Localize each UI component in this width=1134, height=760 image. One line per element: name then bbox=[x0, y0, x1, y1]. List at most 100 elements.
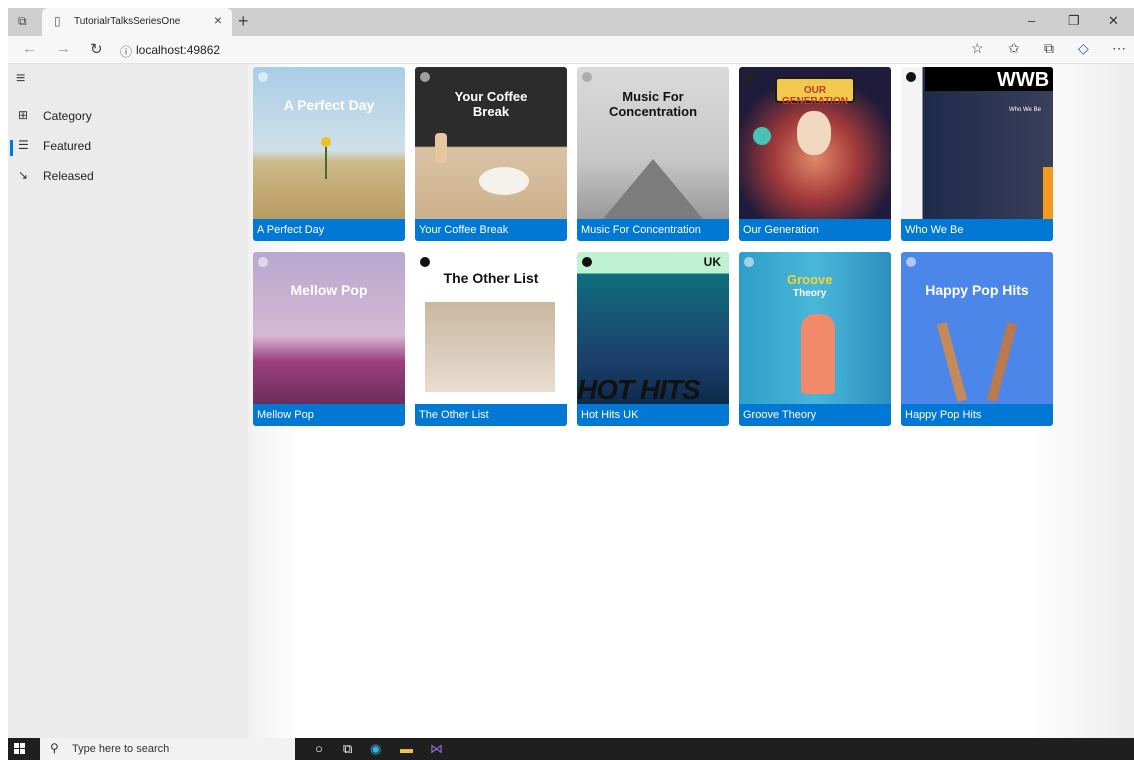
windows-taskbar: ⚲ Type here to search ○ ⧉ ◉ ▬ ⋈ bbox=[8, 738, 1134, 760]
orange-bar bbox=[1043, 167, 1053, 219]
playlist-card[interactable]: A Perfect Day A Perfect Day bbox=[253, 67, 405, 241]
windows-start-icon[interactable] bbox=[14, 743, 26, 755]
playlist-card[interactable]: The Other List The Other List bbox=[415, 252, 567, 426]
back-icon[interactable]: ← bbox=[22, 40, 37, 57]
hamburger-menu-icon[interactable]: ≡ bbox=[16, 70, 25, 88]
tab-bar: ⧉ ▯ TutorialrTalksSeriesOne × + – ❐ ✕ bbox=[8, 8, 1134, 36]
spotify-logo-icon bbox=[420, 257, 430, 267]
cover-title: Music For Concentration bbox=[608, 89, 698, 119]
cover-badge: UK bbox=[703, 255, 721, 269]
collections-icon[interactable]: ⧉ bbox=[1044, 40, 1054, 57]
app-window: ⧉ ▯ TutorialrTalksSeriesOne × + – ❐ ✕ ← … bbox=[0, 0, 1134, 760]
more-options-icon[interactable]: ⋯ bbox=[1112, 40, 1126, 57]
cover-subtitle: Who We Be bbox=[1009, 107, 1041, 113]
new-tab-icon[interactable]: + bbox=[238, 11, 249, 32]
sunflower-shape bbox=[321, 137, 331, 147]
close-tab-icon[interactable]: × bbox=[214, 12, 222, 28]
spotify-logo-icon bbox=[258, 72, 268, 82]
sidebar-item-category[interactable]: ⊞ Category bbox=[8, 104, 248, 130]
playlist-card[interactable]: Mellow Pop Mellow Pop bbox=[253, 252, 405, 426]
search-placeholder: Type here to search bbox=[72, 743, 170, 755]
visual-studio-icon[interactable]: ⋈ bbox=[430, 741, 443, 757]
playlist-card[interactable]: Your Coffee Break Your Coffee Break bbox=[415, 67, 567, 241]
spotify-logo-icon bbox=[744, 72, 754, 82]
cover-title: Your Coffee Break bbox=[454, 89, 528, 119]
refresh-icon[interactable]: ↻ bbox=[90, 40, 103, 58]
playlist-card[interactable]: UK HOT HITS Hot Hits UK bbox=[577, 252, 729, 426]
cover-image: Happy Pop Hits bbox=[901, 252, 1053, 404]
card-caption: Happy Pop Hits bbox=[901, 404, 1053, 426]
address-bar: ← → ↻ ⓘ localhost:49862 ☆ ✩ ⧉ ◇ ⋯ bbox=[8, 36, 1134, 64]
cover-image: The Other List bbox=[415, 252, 567, 404]
cover-image: UK HOT HITS bbox=[577, 252, 729, 404]
card-caption: Music For Concentration bbox=[577, 219, 729, 241]
category-grid-icon: ⊞ bbox=[18, 108, 29, 122]
browser-tab[interactable]: ▯ TutorialrTalksSeriesOne × bbox=[42, 8, 232, 36]
card-caption: A Perfect Day bbox=[253, 219, 405, 241]
stem-shape bbox=[325, 147, 327, 179]
playlist-card[interactable]: Music For Concentration Music For Concen… bbox=[577, 67, 729, 241]
spotify-logo-icon bbox=[906, 257, 916, 267]
spotify-logo-icon bbox=[744, 257, 754, 267]
sidebar: ≡ ⊞ Category ☰ Featured ↘ Released bbox=[8, 64, 248, 738]
url-field[interactable]: localhost:49862 bbox=[136, 43, 220, 57]
close-window-icon[interactable]: ✕ bbox=[1108, 13, 1119, 29]
cover-title: Groove bbox=[787, 272, 833, 287]
file-explorer-icon[interactable]: ▬ bbox=[400, 741, 413, 756]
card-caption: Who We Be bbox=[901, 219, 1053, 241]
sidebar-item-featured[interactable]: ☰ Featured bbox=[8, 134, 248, 160]
tab-title: TutorialrTalksSeriesOne bbox=[74, 16, 181, 27]
extension-icon[interactable]: ◇ bbox=[1078, 40, 1089, 57]
planet-shape bbox=[753, 127, 771, 145]
info-icon[interactable]: ⓘ bbox=[120, 43, 132, 60]
minimize-icon[interactable]: – bbox=[1028, 13, 1035, 28]
arm-shape bbox=[936, 322, 968, 402]
spotify-logo-icon bbox=[258, 257, 268, 267]
sidebar-item-label: Category bbox=[43, 109, 92, 123]
tab-actions-icon[interactable]: ⧉ bbox=[18, 14, 27, 29]
add-favorite-icon[interactable]: ☆ bbox=[971, 40, 984, 57]
edge-browser-icon[interactable]: ◉ bbox=[370, 741, 381, 757]
taskbar-search-box[interactable]: ⚲ Type here to search bbox=[40, 738, 295, 760]
dancer-shape bbox=[801, 314, 835, 394]
playlist-card[interactable]: WWB Who We Be Who We Be bbox=[901, 67, 1053, 241]
card-caption: The Other List bbox=[415, 404, 567, 426]
cover-title: Happy Pop Hits bbox=[925, 282, 1029, 298]
restore-icon[interactable]: ❐ bbox=[1068, 13, 1080, 29]
sidebar-item-released[interactable]: ↘ Released bbox=[8, 164, 248, 190]
card-caption: Groove Theory bbox=[739, 404, 891, 426]
released-icon: ↘ bbox=[18, 168, 29, 182]
coffee-cup-shape bbox=[479, 167, 529, 195]
spotify-logo-icon bbox=[582, 72, 592, 82]
spotify-logo-icon bbox=[582, 257, 592, 267]
card-caption: Hot Hits UK bbox=[577, 404, 729, 426]
favorites-icon[interactable]: ✩ bbox=[1008, 40, 1020, 57]
forward-icon[interactable]: → bbox=[56, 40, 71, 57]
spotify-logo-icon bbox=[420, 72, 430, 82]
cover-image: A Perfect Day bbox=[253, 67, 405, 219]
cover-title: OUR GENERATION bbox=[775, 77, 855, 107]
card-caption: Your Coffee Break bbox=[415, 219, 567, 241]
playlist-card[interactable]: Groove Theory Groove Theory bbox=[739, 252, 891, 426]
cover-subtitle: Theory bbox=[793, 288, 827, 299]
featured-list-icon: ☰ bbox=[18, 138, 29, 152]
search-icon: ⚲ bbox=[50, 741, 59, 755]
card-caption: Our Generation bbox=[739, 219, 891, 241]
cover-title: Mellow Pop bbox=[290, 282, 368, 298]
cover-title: A Perfect Day bbox=[283, 97, 375, 113]
cover-image: OUR GENERATION bbox=[739, 67, 891, 219]
task-view-icon[interactable]: ⧉ bbox=[343, 741, 352, 757]
cover-title: The Other List bbox=[443, 270, 539, 286]
cover-image: Your Coffee Break bbox=[415, 67, 567, 219]
cover-image: Mellow Pop bbox=[253, 252, 405, 404]
playlist-card[interactable]: OUR GENERATION Our Generation bbox=[739, 67, 891, 241]
cover-title: HOT HITS bbox=[577, 374, 701, 404]
page-icon: ▯ bbox=[54, 14, 61, 28]
cover-image: Music For Concentration bbox=[577, 67, 729, 219]
card-caption: Mellow Pop bbox=[253, 404, 405, 426]
sidebar-item-label: Featured bbox=[43, 139, 92, 153]
playlist-card[interactable]: Happy Pop Hits Happy Pop Hits bbox=[901, 252, 1053, 426]
cortana-icon[interactable]: ○ bbox=[315, 741, 323, 756]
arm-shape bbox=[986, 322, 1018, 402]
pier-shape bbox=[603, 159, 703, 219]
